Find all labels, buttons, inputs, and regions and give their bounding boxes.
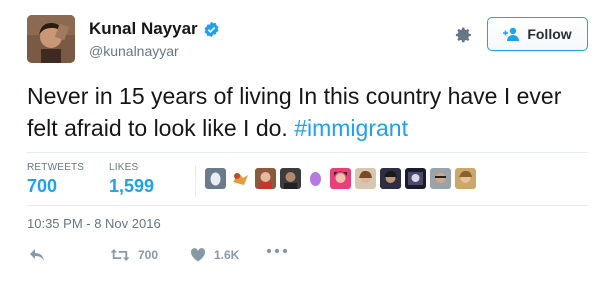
reply-icon xyxy=(30,249,44,261)
liker-avatar[interactable] xyxy=(280,168,301,189)
stats-separator xyxy=(195,165,196,197)
add-user-icon xyxy=(503,27,520,41)
retweet-count: 700 xyxy=(138,248,159,262)
reply-button[interactable] xyxy=(29,248,53,262)
liker-avatar[interactable] xyxy=(330,168,351,189)
more-button[interactable] xyxy=(266,248,296,254)
liker-avatar[interactable] xyxy=(430,168,451,189)
liker-avatar[interactable] xyxy=(405,168,426,189)
user-handle[interactable]: @kunalnayyar xyxy=(89,43,179,59)
retweet-button[interactable]: 700 xyxy=(110,248,158,262)
retweets-label: RETWEETS xyxy=(27,162,85,173)
more-icon xyxy=(266,248,288,254)
avatar[interactable] xyxy=(27,15,75,63)
retweets-count: 700 xyxy=(27,176,58,196)
heart-icon xyxy=(190,248,206,262)
liker-avatar[interactable] xyxy=(255,168,276,189)
name-row: Kunal Nayyar xyxy=(89,19,220,39)
divider xyxy=(27,152,588,153)
like-count: 1.6K xyxy=(214,248,240,262)
likes-count: 1,599 xyxy=(109,176,155,196)
tweet-text: Never in 15 years of living In this coun… xyxy=(27,80,587,144)
retweet-icon xyxy=(110,249,130,261)
hashtag-link[interactable]: #immigrant xyxy=(294,115,408,141)
gear-icon[interactable] xyxy=(455,26,473,44)
tweet-timestamp[interactable]: 10:35 PM - 8 Nov 2016 xyxy=(27,216,161,231)
liker-avatar[interactable] xyxy=(230,168,251,189)
follow-button[interactable]: Follow xyxy=(487,17,588,51)
likes-label: LIKES xyxy=(109,162,139,173)
follow-label: Follow xyxy=(527,26,572,42)
verified-badge-icon xyxy=(204,21,219,37)
liker-avatars xyxy=(205,168,480,189)
like-button[interactable]: 1.6K xyxy=(190,248,239,262)
liker-avatar[interactable] xyxy=(355,168,376,189)
liker-avatar[interactable] xyxy=(205,168,226,189)
liker-avatar[interactable] xyxy=(380,168,401,189)
retweets-stat[interactable]: RETWEETS 700 xyxy=(27,162,84,197)
divider xyxy=(27,205,588,206)
liker-avatar[interactable] xyxy=(305,168,326,189)
liker-avatar[interactable] xyxy=(455,168,476,189)
display-name[interactable]: Kunal Nayyar xyxy=(89,19,198,39)
likes-stat[interactable]: LIKES 1,599 xyxy=(109,162,154,197)
